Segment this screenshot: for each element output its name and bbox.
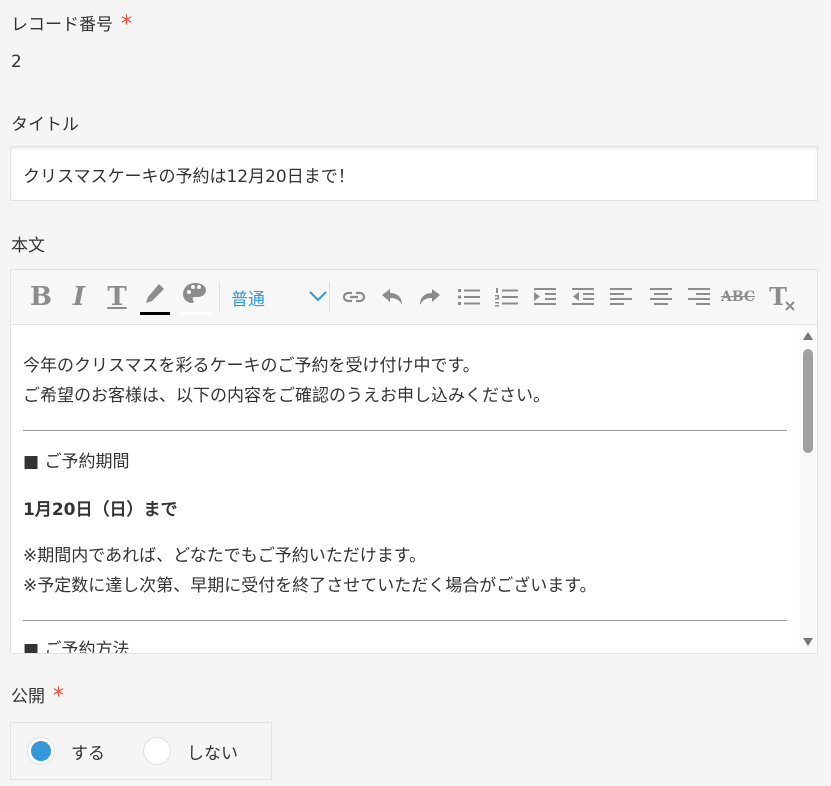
font-size-select[interactable]: 普通 [223,280,327,314]
record-number-label-text: レコード番号 [11,15,113,35]
radio-button-selected[interactable] [27,737,55,765]
toolbar-divider [329,282,330,312]
undo-icon [382,289,402,305]
background-color-icon [180,283,210,315]
scroll-up-arrow-icon[interactable] [802,331,814,341]
chevron-down-icon [309,291,327,302]
align-left-button[interactable] [607,280,635,314]
text-size-icon: T [107,282,127,312]
outdent-button[interactable] [569,280,597,314]
editor-content[interactable]: 今年のクリスマスを彩るケーキのご予約を受け付け中です。 ご希望のお客様は、以下の… [23,351,787,654]
radio-option-publish-yes[interactable]: する [27,737,105,765]
radio-label: しない [187,743,238,764]
numbered-list-icon [495,288,518,307]
body-label-text: 本文 [11,236,45,256]
radio-button-unselected[interactable] [143,737,171,765]
italic-icon: I [72,282,86,312]
title-input[interactable]: クリスマスケーキの予約は12月20日まで！ [10,146,818,201]
clear-format-button[interactable]: T [763,280,795,314]
bold-icon: B [30,282,52,312]
section-heading: ■ ご予約期間 [23,452,130,472]
align-center-icon [650,288,672,305]
radio-option-publish-no[interactable]: しない [143,737,238,765]
indent-icon [534,288,556,305]
redo-button[interactable] [415,280,445,314]
deadline-text: 1月20日（日）まで [23,500,178,520]
editor-paragraph: ご希望のお客様は、以下の内容をご確認のうえお申し込みください。 [23,386,550,406]
horizontal-rule [23,620,787,621]
required-mark: * [53,683,64,709]
text-size-button[interactable]: T [103,280,131,314]
bulleted-list-icon [458,289,480,305]
font-color-button[interactable] [139,280,171,315]
record-number-value: 2 [11,52,22,72]
font-color-icon [140,284,170,315]
indent-button[interactable] [531,280,559,314]
editor-scrollbar[interactable] [799,325,817,653]
align-center-button[interactable] [647,280,675,314]
rich-text-toolbar: B I T 普通 ABC T [10,269,818,325]
align-right-icon [688,288,710,305]
title-label-text: タイトル [11,115,79,135]
radio-dot [31,741,51,761]
publish-radio-group: する しない [10,722,272,780]
bulleted-list-button[interactable] [455,280,483,314]
editor-paragraph: ※予定数に達し次第、早期に受付を終了させていただく場合がございます。 [23,576,597,596]
rich-text-editor[interactable]: 今年のクリスマスを彩るケーキのご予約を受け付け中です。 ご希望のお客様は、以下の… [10,324,818,654]
clear-format-icon: T [769,285,795,311]
body-label: 本文 [11,231,45,256]
bold-button[interactable]: B [27,280,55,314]
font-size-value: 普通 [231,289,265,310]
scroll-down-arrow-icon[interactable] [802,637,814,647]
undo-button[interactable] [377,280,407,314]
section-heading: ■ ご予約方法 [23,640,130,654]
record-number-label: レコード番号 * [11,10,132,35]
radio-label: する [71,743,105,764]
editor-paragraph: 今年のクリスマスを彩るケーキのご予約を受け付け中です。 [23,356,480,376]
background-color-button[interactable] [179,280,211,315]
strikethrough-button[interactable]: ABC [720,280,756,314]
title-label: タイトル [11,110,79,135]
italic-button[interactable]: I [65,280,93,314]
link-icon [342,291,366,303]
align-left-icon [610,288,632,305]
clear-x-icon [785,301,795,311]
redo-icon [420,289,440,305]
publish-label: 公開 * [11,682,64,707]
publish-label-text: 公開 [11,687,45,707]
scroll-thumb[interactable] [803,349,813,453]
link-button[interactable] [339,280,369,314]
editor-paragraph: ※期間内であれば、どなたでもご予約いただけます。 [23,546,427,566]
toolbar-divider [219,282,220,312]
align-right-button[interactable] [685,280,713,314]
strikethrough-icon: ABC [720,289,756,305]
horizontal-rule [23,430,787,431]
required-mark: * [121,11,132,37]
numbered-list-button[interactable] [493,280,521,314]
outdent-icon [572,288,594,305]
